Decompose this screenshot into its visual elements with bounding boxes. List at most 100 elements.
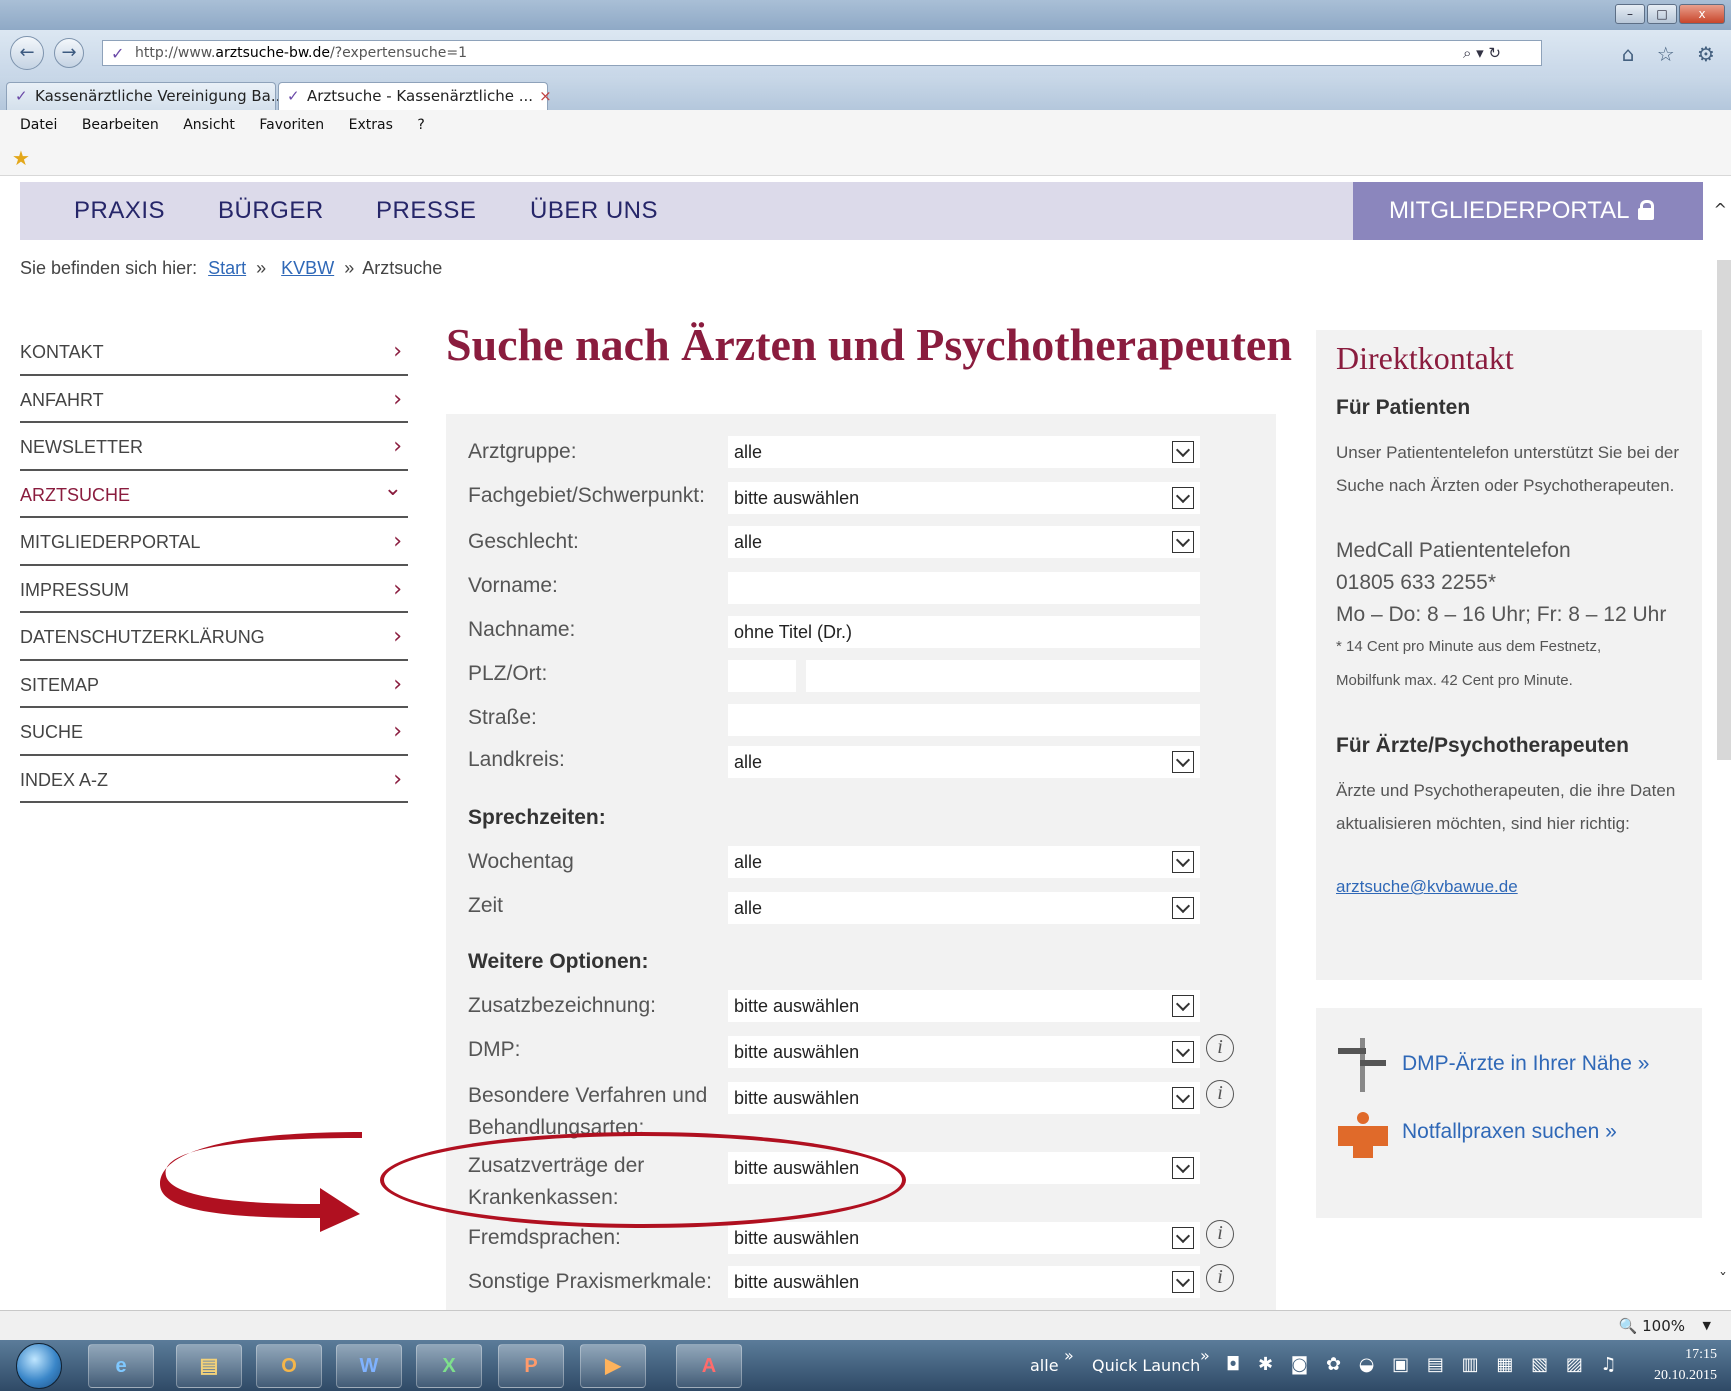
taskbar-outlook-icon[interactable]: O: [256, 1344, 322, 1388]
email-line: arztsuche@kvbawue.de: [1336, 870, 1696, 903]
dmp-aerzte-link[interactable]: DMP-Ärzte in Ihrer Nähe »: [1402, 1052, 1649, 1076]
tab-arztsuche[interactable]: ✓ Arztsuche - Kassenärztliche ... ×: [278, 82, 552, 110]
tab-favicon-icon: ✓: [15, 87, 28, 105]
leftmenu-label: INDEX A-Z: [20, 769, 109, 790]
taskbar-internet-explorer-icon[interactable]: e: [88, 1344, 154, 1388]
select-value: alle: [734, 852, 763, 872]
minimize-button[interactable]: –: [1615, 4, 1645, 24]
leftmenu-item-index[interactable]: INDEX A-Z ›: [20, 756, 408, 803]
nav-praxis[interactable]: PRAXIS: [74, 182, 165, 240]
taskbar-acrobat-icon[interactable]: A: [676, 1344, 742, 1388]
plz-input[interactable]: [728, 660, 796, 692]
menu-ansicht[interactable]: Ansicht: [183, 117, 235, 133]
dmp-select[interactable]: bitte auswählen: [728, 1036, 1200, 1068]
url-input[interactable]: ✓ http://www.arztsuche-bw.de/?expertensu…: [102, 40, 1542, 66]
url-path: /?expertensuche=1: [329, 45, 468, 61]
quick-launch-toolbar[interactable]: Quick Launch: [1092, 1340, 1200, 1391]
nav-ueber-uns[interactable]: ÜBER UNS: [530, 182, 658, 240]
maximize-button[interactable]: □: [1647, 4, 1677, 24]
forward-button[interactable]: →: [54, 38, 84, 68]
add-favorite-icon[interactable]: ★: [12, 146, 30, 170]
info-icon[interactable]: i: [1206, 1080, 1234, 1108]
dropdown-arrow-icon: [1172, 851, 1194, 873]
leftmenu-item-sitemap[interactable]: SITEMAP ›: [20, 661, 408, 708]
quick-launch-chevron-icon[interactable]: »: [1200, 1330, 1210, 1381]
info-icon[interactable]: i: [1206, 1264, 1234, 1292]
home-favorites-settings-icons[interactable]: ⌂ ☆ ⚙: [1622, 42, 1723, 66]
system-clock[interactable]: 17:15 20.10.2015: [1654, 1344, 1717, 1386]
leftmenu-item-kontakt[interactable]: KONTAKT ›: [20, 328, 408, 376]
scrollbar-thumb[interactable]: [1717, 260, 1731, 760]
start-button[interactable]: [16, 1343, 62, 1389]
leftmenu-item-arztsuche[interactable]: ARZTSUCHE ⌄: [20, 471, 408, 518]
leftmenu-item-newsletter[interactable]: NEWSLETTER ›: [20, 423, 408, 471]
breadcrumb-link-start[interactable]: Start: [208, 258, 246, 278]
zusatzbezeichnung-select[interactable]: bitte auswählen: [728, 990, 1200, 1022]
direktkontakt-title: Direktkontakt: [1336, 340, 1514, 376]
besondere-verfahren-select[interactable]: bitte auswählen: [728, 1082, 1200, 1114]
system-tray-icons[interactable]: ◘ ✱ ◙ ✿ ◒ ▣ ▤ ▥ ▦ ▧ ▨ ♫: [1226, 1354, 1623, 1375]
landkreis-select[interactable]: alle: [728, 746, 1200, 778]
menu-bar: Datei Bearbeiten Ansicht Favoriten Extra…: [0, 110, 1731, 140]
mitgliederportal-button[interactable]: MITGLIEDERPORTAL: [1353, 182, 1703, 240]
site-favicon-icon: ✓: [111, 44, 125, 63]
breadcrumb-link-kvbw[interactable]: KVBW: [281, 258, 334, 278]
select-value: alle: [734, 898, 763, 918]
taskbar-media-player-icon[interactable]: ▶: [580, 1344, 646, 1388]
menu-help[interactable]: ?: [417, 117, 424, 133]
taskbar-powerpoint-icon[interactable]: P: [498, 1344, 564, 1388]
notfallpraxen-link[interactable]: Notfallpraxen suchen »: [1402, 1120, 1617, 1144]
taskbar-word-icon[interactable]: W: [336, 1344, 402, 1388]
close-window-button[interactable]: x: [1679, 4, 1725, 24]
nachname-input[interactable]: ohne Titel (Dr.): [728, 616, 1200, 648]
window-title-bar: – □ x: [0, 0, 1731, 30]
toolbar-alle[interactable]: alle: [1030, 1340, 1059, 1391]
leftmenu-item-datenschutz[interactable]: DATENSCHUTZERKLÄRUNG ›: [20, 613, 408, 661]
info-icon[interactable]: i: [1206, 1220, 1234, 1248]
zoom-dropdown-icon[interactable]: ▼: [1703, 1311, 1711, 1341]
label-landkreis: Landkreis:: [468, 748, 565, 771]
email-link[interactable]: arztsuche@kvbawue.de: [1336, 877, 1518, 896]
arztgruppe-select[interactable]: alle: [728, 436, 1200, 468]
chevron-right-icon: ›: [393, 766, 402, 792]
tab-close-icon[interactable]: ×: [539, 87, 552, 105]
signpost-icon: [1338, 1038, 1386, 1092]
taskbar-file-explorer-icon[interactable]: ▤: [176, 1344, 242, 1388]
taskbar-excel-icon[interactable]: X: [416, 1344, 482, 1388]
nav-presse[interactable]: PRESSE: [376, 182, 476, 240]
sonstige-praxismerkmale-select[interactable]: bitte auswählen: [728, 1266, 1200, 1298]
opening-hours: Mo – Do: 8 – 16 Uhr; Fr: 8 – 12 Uhr: [1336, 603, 1667, 626]
fachgebiet-select[interactable]: bitte auswählen: [728, 482, 1200, 514]
tab-kassenaerztliche[interactable]: ✓ Kassenärztliche Vereinigung Ba...: [6, 82, 285, 110]
chevron-right-icon: ›: [393, 624, 402, 649]
select-value: bitte auswählen: [734, 1272, 860, 1292]
info-icon[interactable]: i: [1206, 1034, 1234, 1062]
leftmenu-item-anfahrt[interactable]: ANFAHRT ›: [20, 376, 408, 423]
menu-datei[interactable]: Datei: [20, 117, 57, 133]
wochentag-select[interactable]: alle: [728, 846, 1200, 878]
vorname-input[interactable]: [728, 572, 1200, 604]
zeit-select[interactable]: alle: [728, 892, 1200, 924]
fremdsprachen-select[interactable]: bitte auswählen: [728, 1222, 1200, 1254]
scroll-up-arrow[interactable]: ^: [1714, 200, 1727, 219]
toolbar-chevron-icon[interactable]: »: [1064, 1330, 1074, 1381]
menu-favoriten[interactable]: Favoriten: [259, 117, 324, 133]
scroll-down-arrow[interactable]: ˇ: [1719, 1270, 1727, 1289]
menu-bearbeiten[interactable]: Bearbeiten: [82, 117, 159, 133]
zoom-level[interactable]: 🔍 100%: [1619, 1311, 1685, 1341]
search-refresh-icons[interactable]: ⌕ ▾ ↻: [1463, 41, 1501, 65]
dropdown-arrow-icon: [1172, 1271, 1194, 1293]
leftmenu-item-suche[interactable]: SUCHE ›: [20, 708, 408, 756]
label-fachgebiet: Fachgebiet/Schwerpunkt:: [468, 484, 705, 507]
ort-input[interactable]: [806, 660, 1200, 692]
leftmenu-item-mitgliederportal[interactable]: MITGLIEDERPORTAL ›: [20, 518, 408, 566]
strasse-input[interactable]: [728, 704, 1200, 736]
nav-buerger[interactable]: BÜRGER: [218, 182, 324, 240]
select-value: bitte auswählen: [734, 488, 860, 508]
geschlecht-select[interactable]: alle: [728, 526, 1200, 558]
page-title: Suche nach Ärzten und Psychotherapeuten: [446, 319, 1292, 370]
chevron-right-icon: ›: [393, 386, 402, 412]
back-button[interactable]: ←: [10, 36, 44, 70]
menu-extras[interactable]: Extras: [349, 117, 393, 133]
leftmenu-item-impressum[interactable]: IMPRESSUM ›: [20, 566, 408, 613]
